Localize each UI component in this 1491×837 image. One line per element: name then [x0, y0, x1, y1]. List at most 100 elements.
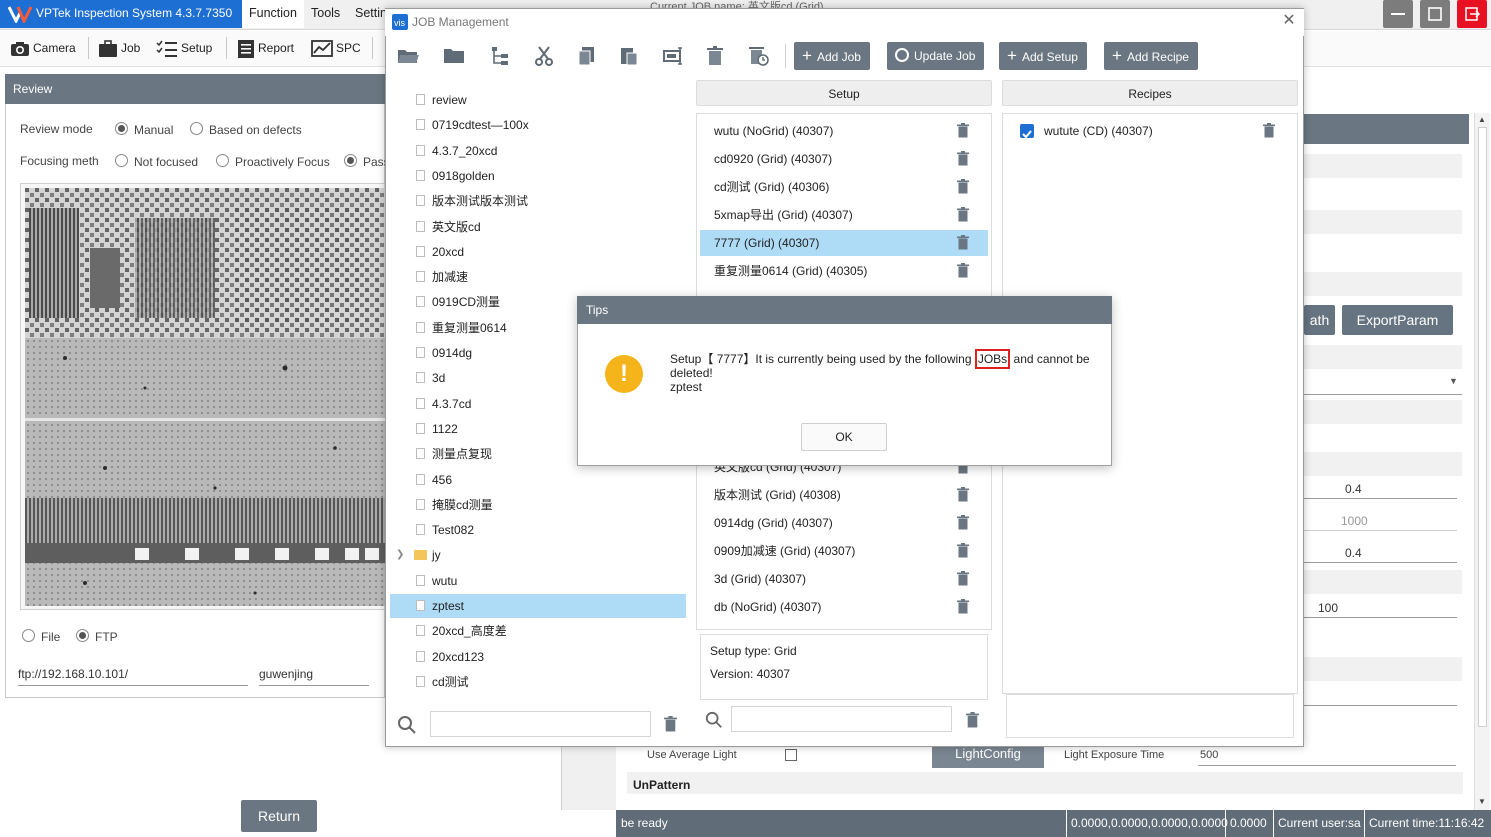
setup-item[interactable]: 7777 (Grid) (40307): [700, 230, 988, 256]
return-button[interactable]: Return: [241, 800, 317, 832]
radio-not-focused[interactable]: [115, 154, 128, 167]
wafer-microscope-image[interactable]: [25, 188, 385, 606]
trash-icon[interactable]: [957, 179, 969, 194]
param-value[interactable]: 1000: [1341, 514, 1368, 528]
exit-button[interactable]: [1457, 0, 1487, 28]
trash-icon[interactable]: [1263, 123, 1275, 138]
job-tree-item[interactable]: review: [390, 88, 686, 112]
job-tree-item[interactable]: 456: [390, 468, 686, 492]
setup-button[interactable]: Setup: [156, 36, 212, 60]
trash-icon[interactable]: [957, 599, 969, 614]
vptek-app-icon: vis: [392, 14, 408, 30]
camera-button[interactable]: Camera: [10, 36, 76, 60]
job-tree-item[interactable]: 20xcd123: [390, 645, 686, 669]
radio-manual[interactable]: [115, 122, 128, 135]
job-search-input[interactable]: [430, 711, 651, 737]
spc-button[interactable]: SPC: [311, 36, 361, 60]
file-icon: [416, 245, 425, 257]
param-dropdown[interactable]: ▼: [1304, 370, 1462, 395]
setup-item[interactable]: 5xmap导出 (Grid) (40307): [700, 202, 988, 228]
trash-icon[interactable]: [957, 571, 969, 586]
job-tree-item[interactable]: 4.3.7_20xcd: [390, 139, 686, 163]
job-tree-item[interactable]: 20xcd_高度差: [390, 619, 686, 643]
setup-item[interactable]: 重复测量0614 (Grid) (40305): [700, 258, 988, 284]
trash-icon[interactable]: [957, 235, 969, 250]
copy-icon[interactable]: [575, 44, 599, 68]
param-value[interactable]: 0.4: [1345, 482, 1362, 496]
job-tree-item[interactable]: 英文版cd: [390, 215, 686, 239]
job-tree-item[interactable]: 20xcd: [390, 240, 686, 264]
scroll-down-icon[interactable]: ▼: [1478, 797, 1486, 806]
delete-icon[interactable]: [703, 44, 727, 68]
job-tree-item[interactable]: wutu: [390, 569, 686, 593]
setup-name: 0909加减速 (Grid) (40307): [714, 544, 856, 558]
add-recipe-button[interactable]: + Add Recipe: [1104, 42, 1198, 70]
menu-tools[interactable]: Tools: [304, 0, 347, 28]
scroll-up-icon[interactable]: ▲: [1478, 115, 1486, 124]
trash-icon[interactable]: [957, 487, 969, 502]
add-job-button[interactable]: + Add Job: [794, 42, 870, 70]
folder-icon[interactable]: [442, 44, 466, 68]
setup-item[interactable]: 0914dg (Grid) (40307): [700, 510, 988, 536]
add-setup-button[interactable]: + Add Setup: [999, 42, 1087, 70]
recipe-checkbox[interactable]: [1020, 124, 1034, 139]
report-button[interactable]: Report: [237, 36, 294, 60]
job-name: wutu: [432, 573, 458, 588]
trash-icon[interactable]: [664, 716, 677, 732]
job-tree-item[interactable]: 0918golden: [390, 164, 686, 188]
path-button[interactable]: ath: [1304, 305, 1335, 335]
parameter-scrollbar[interactable]: ▲ ▼: [1474, 113, 1490, 810]
trash-icon[interactable]: [957, 543, 969, 558]
job-tree-item[interactable]: zptest: [390, 594, 686, 618]
setup-item[interactable]: wutu (NoGrid) (40307): [700, 118, 988, 144]
job-button[interactable]: Job: [98, 36, 140, 60]
setup-item[interactable]: 0909加减速 (Grid) (40307): [700, 538, 988, 564]
param-value[interactable]: 100: [1318, 601, 1338, 615]
radio-file[interactable]: [22, 629, 35, 642]
radio-based-on-defects[interactable]: [190, 122, 203, 135]
ok-button[interactable]: OK: [801, 423, 887, 451]
job-tree-item[interactable]: Test082: [390, 518, 686, 542]
update-job-button[interactable]: Update Job: [887, 42, 985, 70]
chevron-right-icon[interactable]: ❯: [396, 543, 404, 567]
trash-icon[interactable]: [966, 712, 979, 728]
scrollbar-thumb[interactable]: [1478, 127, 1487, 727]
radio-proactively-focus[interactable]: [216, 154, 229, 167]
job-tree-item[interactable]: 0719cdtest—100x: [390, 113, 686, 137]
setup-item[interactable]: cd0920 (Grid) (40307): [700, 146, 988, 172]
ftp-user-input[interactable]: guwenjing: [259, 664, 369, 686]
ftp-address-input[interactable]: ftp://192.168.10.101/: [18, 664, 248, 686]
menu-function[interactable]: Function: [242, 0, 304, 28]
setup-item[interactable]: 3d (Grid) (40307): [700, 566, 988, 592]
radio-pass[interactable]: [344, 154, 357, 167]
job-tree-item[interactable]: cd测试: [390, 670, 686, 694]
open-folder-icon[interactable]: [396, 44, 420, 68]
setup-search-input[interactable]: [731, 706, 952, 732]
maximize-button[interactable]: [1420, 0, 1450, 28]
cut-icon[interactable]: [532, 44, 556, 68]
light-exposure-value[interactable]: 500: [1200, 749, 1218, 761]
trash-icon[interactable]: [957, 515, 969, 530]
setup-item[interactable]: 版本测试 (Grid) (40308): [700, 482, 988, 508]
use-average-light-checkbox[interactable]: [785, 749, 797, 761]
radio-ftp[interactable]: [76, 629, 89, 642]
setup-item[interactable]: cd测试 (Grid) (40306): [700, 174, 988, 200]
trash-icon[interactable]: [957, 207, 969, 222]
job-tree-item[interactable]: 加减速: [390, 265, 686, 289]
trash-icon[interactable]: [957, 263, 969, 278]
param-value[interactable]: 0.4: [1345, 546, 1362, 560]
job-tree-item[interactable]: 版本测试版本测试: [390, 189, 686, 213]
close-icon[interactable]: ✕: [1280, 12, 1298, 30]
tree-structure-icon[interactable]: [488, 44, 512, 68]
rename-icon[interactable]: [661, 44, 685, 68]
job-tree-item[interactable]: 掩膜cd测量: [390, 493, 686, 517]
trash-icon[interactable]: [957, 123, 969, 138]
trash-icon[interactable]: [957, 151, 969, 166]
history-delete-icon[interactable]: [746, 44, 770, 68]
paste-icon[interactable]: [617, 44, 641, 68]
job-tree-item[interactable]: ❯ jy: [390, 543, 686, 567]
setup-item[interactable]: db (NoGrid) (40307): [700, 594, 988, 620]
recipe-item[interactable]: wutute (CD) (40307): [1012, 118, 1292, 144]
export-param-button[interactable]: ExportParam: [1342, 305, 1453, 335]
minimize-button[interactable]: [1383, 0, 1413, 28]
